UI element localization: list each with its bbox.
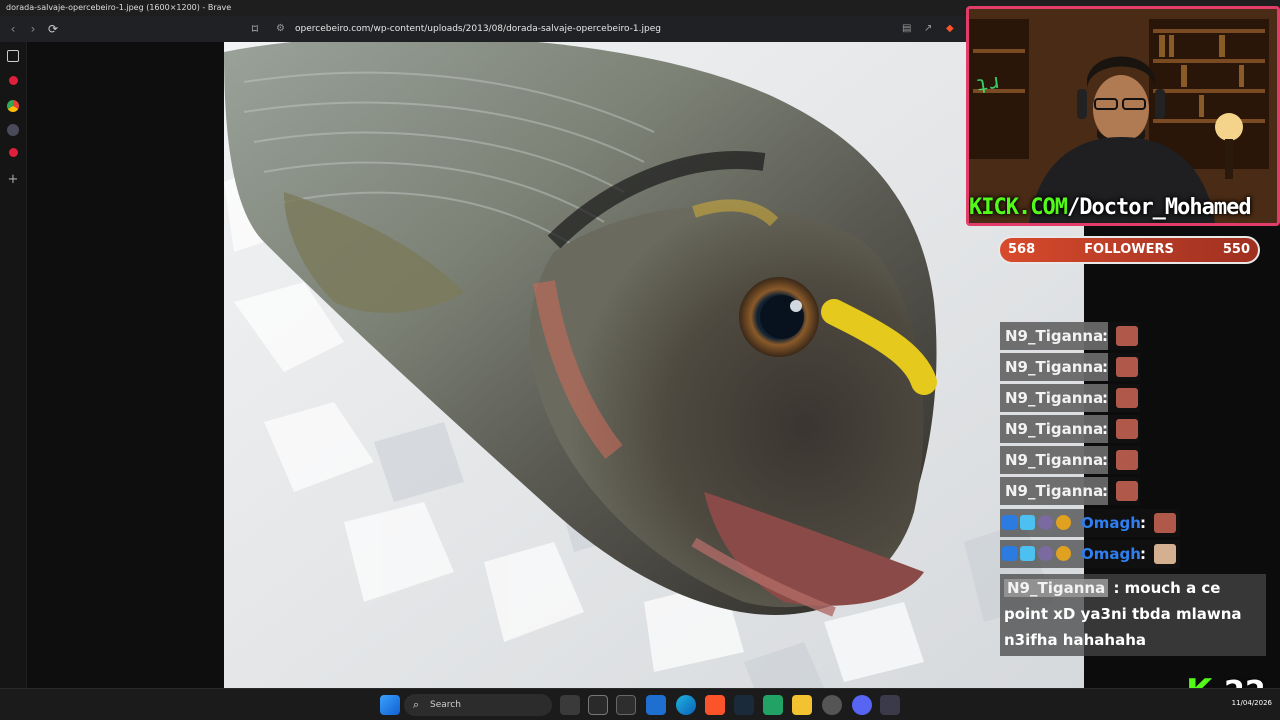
discord-icon[interactable] xyxy=(852,695,872,715)
emote-icon xyxy=(1116,450,1138,470)
emote-icon xyxy=(1116,357,1138,377)
followers-label: FOLLOWERS xyxy=(1084,242,1174,257)
chat-message: Omagh : xyxy=(1000,509,1180,537)
badge-icon xyxy=(1002,515,1017,530)
chat-message: N9_Tiganna : xyxy=(1000,322,1140,350)
emote-icon xyxy=(1116,388,1138,408)
sidebar-add-icon[interactable]: + xyxy=(7,173,19,186)
bookmark-icon[interactable]: ⌑ xyxy=(246,20,264,38)
share-icon[interactable]: ↗ xyxy=(924,19,932,39)
spreadsheet-icon[interactable] xyxy=(763,695,783,715)
taskbar: ⌕ Search 11/04/2026 xyxy=(0,688,1280,720)
reload-icon[interactable]: ⟳ xyxy=(44,20,62,38)
emote-icon xyxy=(1154,513,1176,533)
followers-goal-bar: 568 FOLLOWERS 550 xyxy=(998,236,1260,264)
emote-icon xyxy=(1116,481,1138,501)
badge-icon xyxy=(1020,546,1035,561)
forward-icon[interactable]: › xyxy=(24,20,42,38)
sidebar-chrome-icon[interactable] xyxy=(7,100,19,112)
address-bar[interactable]: ⚙ opercebeiro.com/wp-content/uploads/201… xyxy=(268,19,968,39)
badge-icon xyxy=(1038,546,1053,561)
chat-username: Omagh xyxy=(1081,514,1141,532)
chat-colon: : xyxy=(1140,545,1146,563)
file-explorer-icon[interactable] xyxy=(792,695,812,715)
chat-colon: : xyxy=(1102,358,1108,376)
chat-colon: : xyxy=(1102,451,1108,469)
task-view-icon[interactable] xyxy=(560,695,580,715)
chat-message: N9_Tiganna : xyxy=(1000,384,1140,412)
chat-message: N9_Tiganna : xyxy=(1000,446,1140,474)
chat-colon: : xyxy=(1102,327,1108,345)
terminal-icon[interactable] xyxy=(616,695,636,715)
app-icon[interactable] xyxy=(734,695,754,715)
reader-mode-icon[interactable]: ▤ xyxy=(902,19,911,39)
chat-message: N9_Tiganna : xyxy=(1000,353,1140,381)
screen: dorada-salvaje-opercebeiro-1.jpeg (1600×… xyxy=(0,0,1280,720)
settings-icon[interactable] xyxy=(822,695,842,715)
site-info-icon[interactable]: ⚙ xyxy=(276,19,285,39)
webcam-overlay: ʇɹ KICK.COM/Doctor_Mohamed xyxy=(966,6,1280,226)
emote-icon xyxy=(1116,326,1138,346)
sidebar-app-icon[interactable] xyxy=(7,124,19,136)
windows-start-icon[interactable] xyxy=(380,695,400,715)
taskbar-date: 11/04/2026 xyxy=(1231,699,1272,707)
chat-username: Omagh xyxy=(1081,545,1141,563)
apps-grid-icon[interactable] xyxy=(880,695,900,715)
stream-channel-banner: KICK.COM/Doctor_Mohamed xyxy=(969,193,1277,223)
badge-icon xyxy=(1002,546,1017,561)
back-icon[interactable]: ‹ xyxy=(4,20,22,38)
badge-icon xyxy=(1038,515,1053,530)
brave-shields-icon[interactable]: ◆ xyxy=(946,19,954,39)
emote-icon xyxy=(1154,544,1176,564)
taskbar-search[interactable]: ⌕ Search xyxy=(404,694,552,716)
badge-icon xyxy=(1056,546,1071,561)
calendar-icon[interactable] xyxy=(588,695,608,715)
chat-username: N9_Tiganna xyxy=(1000,415,1109,443)
sidebar-youtube-icon-2[interactable] xyxy=(9,148,18,157)
sidebar-panel-icon[interactable] xyxy=(7,50,19,62)
browser-sidebar: + xyxy=(0,42,27,688)
chat-username: N9_Tiganna xyxy=(1000,322,1109,350)
chat-colon: : xyxy=(1102,389,1108,407)
chat-message: N9_Tiganna : xyxy=(1000,415,1140,443)
fish-on-ice-image xyxy=(224,42,1084,688)
chat-username: N9_Tiganna xyxy=(1000,477,1109,505)
edge-icon[interactable] xyxy=(676,695,696,715)
brave-icon[interactable] xyxy=(705,695,725,715)
webcam-scene: ʇɹ xyxy=(969,9,1277,223)
chat-colon: : xyxy=(1140,514,1146,532)
sidebar-youtube-icon[interactable] xyxy=(9,76,18,85)
chat-colon: : xyxy=(1102,482,1108,500)
image-viewer xyxy=(28,42,1084,688)
chat-username: N9_Tiganna xyxy=(1000,446,1109,474)
brand-suffix: /Doctor_Mohamed xyxy=(1066,195,1252,220)
badge-icon xyxy=(1056,515,1071,530)
chat-username: N9_Tiganna xyxy=(1004,579,1109,597)
chat-message-text: N9_Tiganna : mouch a ce point xD ya3ni t… xyxy=(1000,574,1266,656)
badge-icon xyxy=(1020,515,1035,530)
chat-message: Omagh : xyxy=(1000,540,1180,568)
chat-username: N9_Tiganna xyxy=(1000,353,1109,381)
chat-username: N9_Tiganna xyxy=(1000,384,1109,412)
search-icon: ⌕ xyxy=(413,698,420,711)
chat-colon: : xyxy=(1102,420,1108,438)
outlook-icon[interactable] xyxy=(646,695,666,715)
brand-prefix: KICK.COM xyxy=(969,195,1068,220)
emote-icon xyxy=(1116,419,1138,439)
svg-text:ʇɹ: ʇɹ xyxy=(974,69,1001,96)
search-placeholder: Search xyxy=(430,700,461,710)
url-text: opercebeiro.com/wp-content/uploads/2013/… xyxy=(295,24,661,34)
chat-message: N9_Tiganna : xyxy=(1000,477,1140,505)
followers-target: 550 xyxy=(1222,242,1250,257)
